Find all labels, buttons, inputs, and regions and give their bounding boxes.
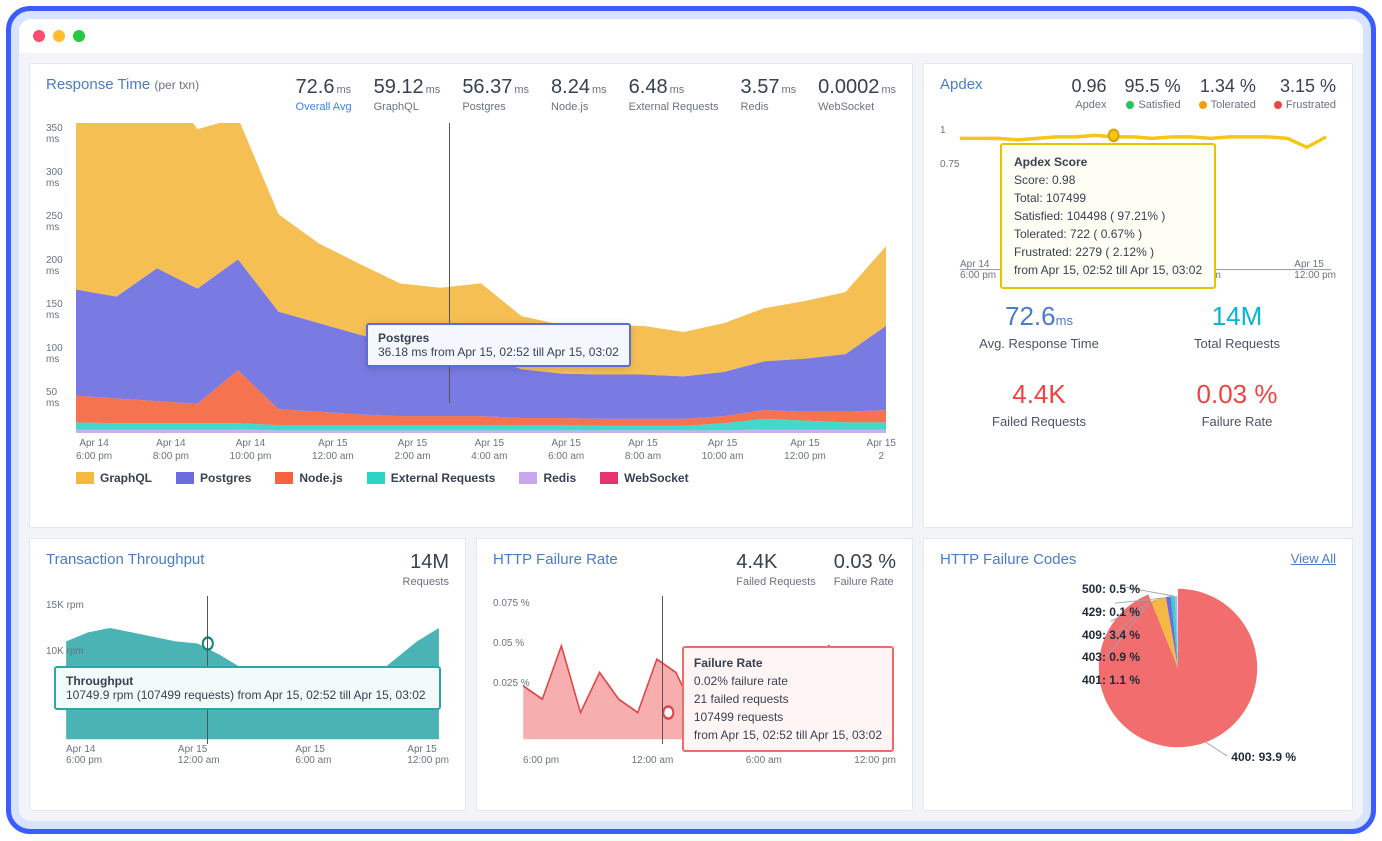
response-time-chart[interactable]: 350 ms300 ms250 ms200 ms150 ms100 ms50 m…: [46, 123, 896, 463]
pie-main-label: 400: 93.9 %: [1231, 750, 1296, 764]
summary-stat: 72.6msAvg. Response Time: [940, 301, 1138, 351]
metric: 56.37msPostgres: [462, 76, 529, 113]
metric: 72.6msOverall Avg: [296, 76, 352, 113]
metric: 59.12msGraphQL: [374, 76, 441, 113]
throughput-label: Requests: [403, 576, 449, 588]
metric: 6.48msExternal Requests: [629, 76, 719, 113]
ytick: 1: [940, 125, 946, 136]
panel-title: HTTP Failure Rate: [493, 551, 618, 568]
pie-label: 429: 0.1 %: [950, 601, 1140, 624]
apdex-stats: 0.96Apdex 95.5 %Satisfied 1.34 %Tolerated 3…: [1072, 76, 1337, 111]
summary-stat: 14MTotal Requests: [1138, 301, 1336, 351]
failure-codes-panel: HTTP Failure Codes View All 500: 0.5 %42…: [923, 538, 1353, 811]
pie-label: 401: 1.1 %: [950, 669, 1140, 692]
rt-metrics: 72.6msOverall Avg 59.12msGraphQL 56.37msPo…: [296, 76, 896, 113]
legend-item[interactable]: Postgres: [176, 471, 251, 485]
failure-tooltip: Failure Rate 0.02% failure rate21 failed…: [682, 646, 894, 752]
pie-label: 500: 0.5 %: [950, 578, 1140, 601]
panel-title: Apdex: [940, 76, 983, 93]
panel-title: HTTP Failure Codes: [940, 551, 1076, 568]
pie-label: 403: 0.9 %: [950, 646, 1140, 669]
apdex-chart[interactable]: 1 0.75 Apr 146:00 pmApr 1512:00 amApr 15…: [940, 121, 1336, 281]
close-icon[interactable]: [33, 30, 45, 42]
metric: 0.0002msWebSocket: [818, 76, 896, 113]
throughput-value: 14M: [403, 551, 449, 574]
stat: 0.96Apdex: [1072, 76, 1107, 111]
stat: 4.4KFailed Requests: [736, 551, 816, 588]
summary-stat: 4.4KFailed Requests: [940, 379, 1138, 429]
legend-item[interactable]: GraphQL: [76, 471, 152, 485]
panel-title: Response Time (per txn): [46, 76, 199, 93]
stat: 3.15 %Frustrated: [1274, 76, 1336, 111]
legend-item[interactable]: Node.js: [275, 471, 342, 485]
throughput-chart[interactable]: 15K rpm 10K rpm Apr 146:00 pmApr 1512:00…: [46, 596, 449, 766]
summary-stat: 0.03 %Failure Rate: [1138, 379, 1336, 429]
pie-label: 409: 3.4 %: [950, 624, 1140, 647]
rt-tooltip: Postgres 36.18 ms from Apr 15, 02:52 til…: [366, 323, 631, 367]
window-controls: [19, 19, 1363, 53]
metric: 8.24msNode.js: [551, 76, 607, 113]
metric: 3.57msRedis: [741, 76, 797, 113]
throughput-panel: Transaction Throughput 14M Requests 15K …: [29, 538, 466, 811]
apdex-tooltip: Apdex Score Score: 0.98Total: 107499Sati…: [1000, 143, 1216, 289]
panel-title: Transaction Throughput: [46, 551, 204, 568]
view-all-link[interactable]: View All: [1291, 551, 1336, 566]
ytick: 0.75: [940, 159, 959, 170]
legend-item[interactable]: External Requests: [367, 471, 496, 485]
stat: 1.34 %Tolerated: [1199, 76, 1256, 111]
throughput-tooltip: Throughput 10749.9 rpm (107499 requests)…: [54, 666, 441, 710]
minimize-icon[interactable]: [53, 30, 65, 42]
response-time-panel: Response Time (per txn) 72.6msOverall Av…: [29, 63, 913, 528]
chart-legend: GraphQL Postgres Node.js External Requests R…: [46, 471, 896, 485]
apdex-panel: Apdex 0.96Apdex 95.5 %Satisfied 1.34 %Tole…: [923, 63, 1353, 528]
legend-item[interactable]: Redis: [519, 471, 576, 485]
stat: 95.5 %Satisfied: [1125, 76, 1181, 111]
legend-item[interactable]: WebSocket: [600, 471, 688, 485]
maximize-icon[interactable]: [73, 30, 85, 42]
summary-stats: 72.6msAvg. Response Time14MTotal Request…: [940, 301, 1336, 429]
failure-rate-panel: HTTP Failure Rate 4.4KFailed Requests 0.0…: [476, 538, 913, 811]
stat: 0.03 %Failure Rate: [834, 551, 896, 588]
failure-codes-pie[interactable]: 500: 0.5 %429: 0.1 %409: 3.4 %403: 0.9 %…: [940, 568, 1336, 768]
failure-rate-chart[interactable]: 0.075 % 0.05 % 0.025 % 6:00 pm12:00 am6:…: [493, 596, 896, 766]
